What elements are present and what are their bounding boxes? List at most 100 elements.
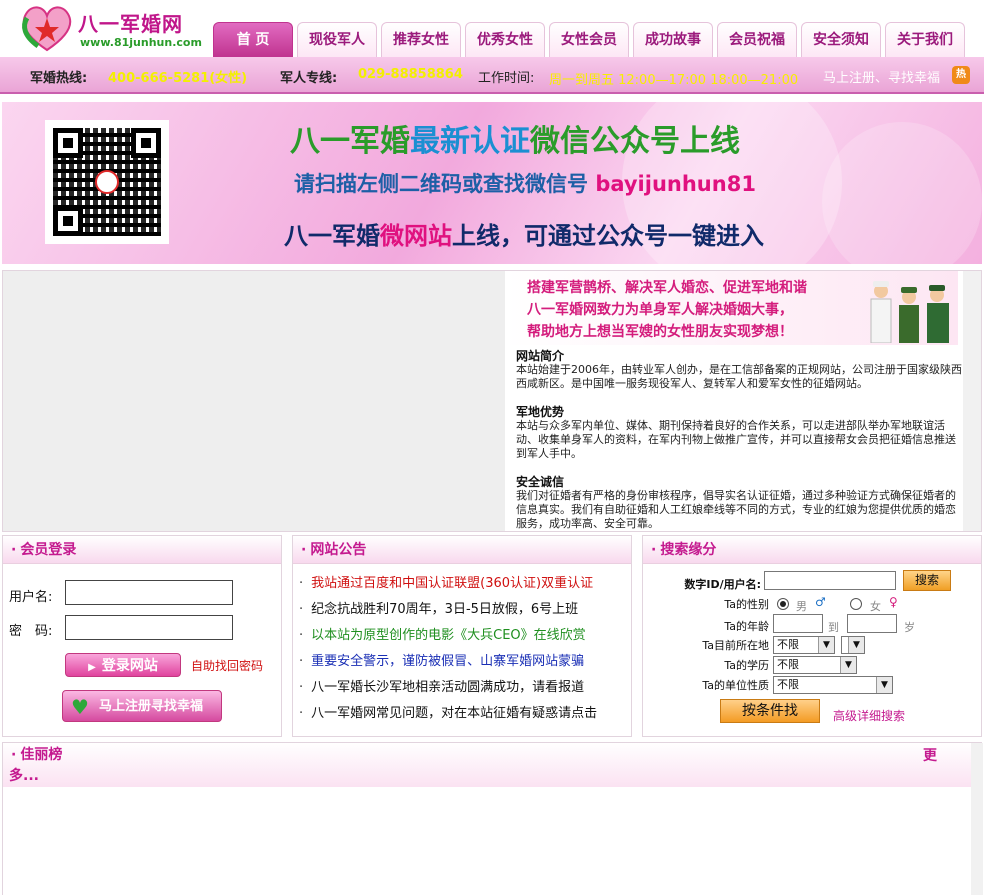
hotline-bar: 军婚热线: 400-666-5281(女性) 军人专线: 029-8885886…	[0, 57, 984, 94]
search-button[interactable]: 搜索	[903, 570, 951, 591]
advanced-search-link[interactable]: 高级详细搜索	[833, 707, 905, 724]
search-panel: · 搜索缘分 数字ID/用户名: 搜索 Ta的性别 男 ♂ 女 ♀ Ta的年龄 到…	[642, 535, 982, 737]
intro-section-text: 我们对征婚者有严格的身份审核程序，倡导实名认证征婚，通过多种验证方式确保征婚者的…	[516, 489, 956, 529]
chevron-down-icon: ▼	[840, 657, 856, 673]
id-input[interactable]	[764, 571, 896, 590]
bullet-icon: ·	[299, 654, 304, 669]
male-label: 男	[796, 600, 807, 613]
intro-section-title: 军地优势	[516, 405, 565, 419]
chevron-down-icon: ▼	[876, 677, 892, 693]
intro-section: 搭建军营鹊桥、解决军人婚恋、促进军地和谐 八一军婚网致力为单身军人解决婚姻大事，…	[2, 270, 982, 532]
notice-item-text: 八一军婚长沙军地相亲活动圆满成功，请看报道	[311, 680, 585, 695]
hotline-phone: 400-666-5281(女性)	[108, 71, 248, 86]
password-input[interactable]	[65, 615, 233, 640]
wechat-banner[interactable]: 八一军婚最新认证微信公众号上线 请扫描左侧二维码或查找微信号 bayijunhu…	[2, 102, 982, 264]
chevron-down-icon: ▼	[848, 637, 864, 653]
login-button[interactable]: 登录网站	[65, 653, 181, 677]
intro-banner: 搭建军营鹊桥、解决军人婚恋、促进军地和谐 八一军婚网致力为单身军人解决婚姻大事，…	[505, 271, 958, 345]
intro-section-text: 本站始建于2006年，由转业军人创办，是在工信部备案的正规网站，公司注册于国家级…	[516, 363, 962, 390]
forgot-password-link[interactable]: 自助找回密码	[191, 657, 263, 674]
tab-success-stories[interactable]: 成功故事	[633, 22, 713, 57]
password-label: 密 码:	[9, 624, 53, 639]
male-radio[interactable]	[777, 598, 789, 610]
chevron-down-icon: ▼	[818, 637, 834, 653]
work-hours-label: 工作时间:	[478, 71, 535, 86]
register-link[interactable]: 马上注册、寻找幸福	[823, 67, 940, 86]
beauty-scrollbar[interactable]	[971, 743, 983, 895]
notice-item-text: 八一军婚网常见问题，对在本站征婚有疑惑请点击	[311, 706, 598, 721]
age-unit-label: 岁	[904, 621, 915, 634]
more-link-suffix[interactable]: 多...	[9, 765, 39, 785]
unit-select[interactable]: 不限 ▼	[773, 676, 893, 694]
bullet-icon: ·	[299, 576, 304, 591]
notice-panel: · 网站公告 · 我站通过百度和中国认证联盟(360认证)双重认证 · 纪念抗战胜利70…	[292, 535, 632, 737]
notice-item[interactable]: · 重要安全警示，谨防被假冒、山寨军婚网站蒙骗	[299, 652, 629, 678]
notice-item-text: 重要安全警示，谨防被假冒、山寨军婚网站蒙骗	[311, 654, 585, 669]
female-person-icon: ♀	[889, 595, 898, 609]
age-to-label: 到	[828, 621, 839, 634]
notice-item[interactable]: · 我站通过百度和中国认证联盟(360认证)双重认证	[299, 574, 629, 600]
banner-line-3: 八一军婚微网站上线，可通过公众号一键进入	[284, 222, 764, 250]
soldiers-icon	[870, 281, 949, 343]
logo-title: 八一军婚网	[78, 12, 183, 36]
search-by-conditions-button[interactable]: 按条件找	[720, 699, 820, 723]
bullet-icon: ·	[299, 602, 304, 617]
notice-item[interactable]: · 以本站为原型创作的电影《大兵CEO》在线欣赏	[299, 626, 629, 652]
location-label: Ta目前所在地	[702, 639, 769, 652]
notice-item[interactable]: · 八一军婚网常见问题，对在本站征婚有疑惑请点击	[299, 704, 629, 730]
main-nav: 首 页 现役军人 推荐女性 优秀女性 女性会员 成功故事 会员祝福 安全须知 关…	[213, 22, 969, 57]
tab-recommended-women[interactable]: 推荐女性	[381, 22, 461, 57]
logo-url: www.81junhun.com	[80, 36, 202, 49]
location-select[interactable]: 不限 ▼	[773, 636, 835, 654]
education-select[interactable]: 不限 ▼	[773, 656, 857, 674]
tab-about-us[interactable]: 关于我们	[885, 22, 965, 57]
flash-placeholder	[3, 271, 505, 531]
notice-item-text: 纪念抗战胜利70周年，3日-5日放假，6号上班	[311, 602, 579, 617]
tab-member-wishes[interactable]: 会员祝福	[717, 22, 797, 57]
tab-active-soldiers[interactable]: 现役军人	[297, 22, 377, 57]
notice-panel-title: · 网站公告	[293, 536, 631, 564]
age-from-input[interactable]	[773, 614, 823, 633]
bullet-icon: ·	[299, 680, 304, 695]
tab-female-members[interactable]: 女性会员	[549, 22, 629, 57]
username-input[interactable]	[65, 580, 233, 605]
notice-item[interactable]: · 纪念抗战胜利70周年，3日-5日放假，6号上班	[299, 600, 629, 626]
intro-section-title: 网站简介	[516, 349, 565, 363]
tab-excellent-women[interactable]: 优秀女性	[465, 22, 545, 57]
id-label: 数字ID/用户名:	[684, 578, 761, 591]
work-hours: 周一到周五 12:00—17:00 18:00—21:00	[549, 73, 799, 88]
notice-list: · 我站通过百度和中国认证联盟(360认证)双重认证 · 纪念抗战胜利70周年，3日-…	[299, 574, 629, 730]
qr-code-icon	[45, 120, 169, 244]
male-person-icon: ♂	[815, 595, 826, 609]
register-button[interactable]: 马上注册寻找幸福	[62, 690, 222, 723]
unit-label: Ta的单位性质	[702, 679, 769, 692]
intro-section-title: 安全诚信	[516, 475, 565, 489]
soldier-line-phone: 029-88858864	[358, 67, 463, 82]
logo-heart-icon	[22, 6, 72, 52]
education-label: Ta的学历	[724, 659, 769, 672]
age-to-input[interactable]	[847, 614, 897, 633]
bullet-icon: ·	[299, 706, 304, 721]
female-radio[interactable]	[850, 598, 862, 610]
soldier-line-label: 军人专线:	[280, 71, 338, 86]
intro-banner-line: 搭建军营鹊桥、解决军人婚恋、促进军地和谐	[527, 280, 807, 296]
city-select[interactable]: ▼	[841, 636, 865, 654]
banner-heart-decoration	[822, 122, 982, 264]
bullet-icon: ·	[299, 628, 304, 643]
female-label: 女	[870, 600, 881, 613]
notice-item-text: 以本站为原型创作的电影《大兵CEO》在线欣赏	[311, 628, 586, 643]
site-header: 八一军婚网 www.81junhun.com 首 页 现役军人 推荐女性 优秀女…	[0, 0, 984, 57]
beauty-panel-title: · 佳丽榜	[3, 743, 981, 787]
intro-banner-line: 八一军婚网致力为单身军人解决婚姻大事，	[527, 302, 793, 318]
tab-home[interactable]: 首 页	[213, 22, 293, 57]
banner-line-2: 请扫描左侧二维码或查找微信号 bayijunhun81	[294, 172, 756, 196]
intro-scrollbar[interactable]	[963, 271, 981, 531]
gender-label: Ta的性别	[724, 598, 769, 611]
more-link[interactable]: 更	[923, 745, 937, 765]
site-logo[interactable]: 八一军婚网 www.81junhun.com	[18, 2, 208, 54]
notice-item-text: 我站通过百度和中国认证联盟(360认证)双重认证	[311, 576, 594, 591]
hotline-label: 军婚热线:	[30, 71, 88, 86]
login-panel: ·会员登录 用户名: 密 码: 登录网站 自助找回密码 马上注册寻找幸福	[2, 535, 282, 737]
tab-safety-notice[interactable]: 安全须知	[801, 22, 881, 57]
notice-item[interactable]: · 八一军婚长沙军地相亲活动圆满成功，请看报道	[299, 678, 629, 704]
